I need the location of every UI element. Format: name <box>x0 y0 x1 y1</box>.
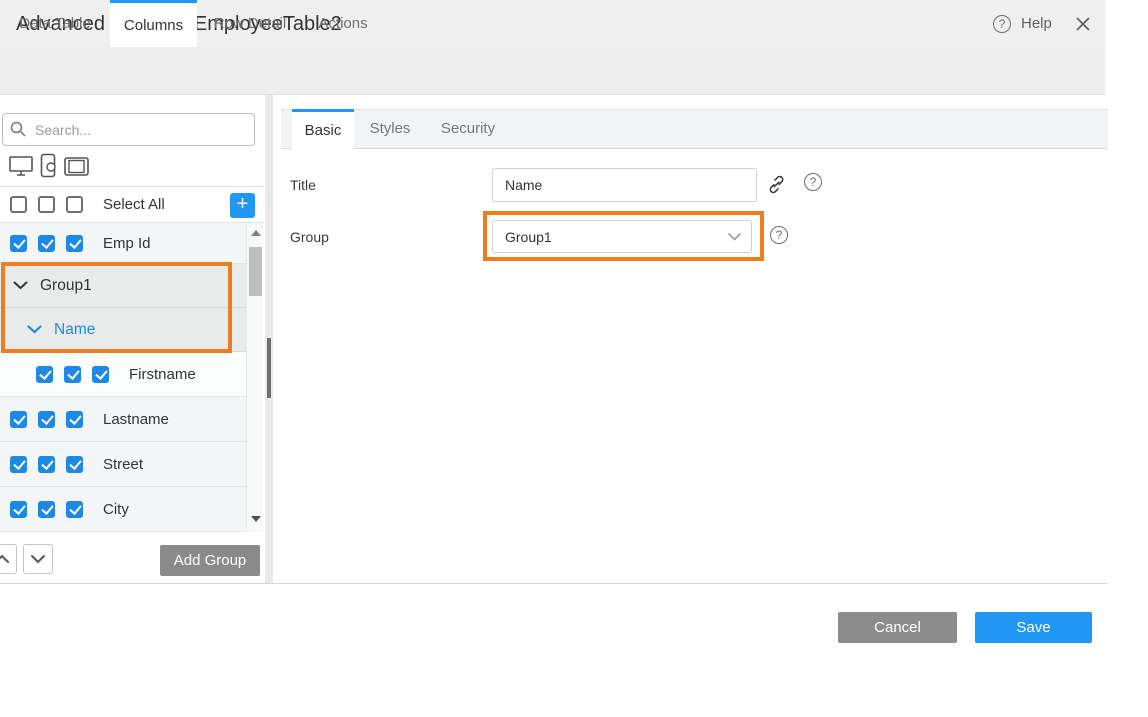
group-field-label: Group <box>290 229 329 245</box>
visibility-checkbox-mobile[interactable] <box>38 456 55 473</box>
divider <box>0 583 1108 584</box>
group-dropdown[interactable]: Group1 <box>492 220 752 253</box>
visibility-checkbox-tablet[interactable] <box>92 366 109 383</box>
add-column-button[interactable] <box>230 193 255 218</box>
save-button[interactable]: Save <box>975 612 1092 643</box>
visibility-checkbox-tablet[interactable] <box>66 456 83 473</box>
visibility-checkbox-desktop[interactable] <box>10 235 27 252</box>
column-row-firstname[interactable]: Firstname <box>0 352 246 397</box>
chevron-down-icon <box>30 554 46 564</box>
group-label: Name <box>54 321 95 339</box>
visibility-checkbox-tablet[interactable] <box>66 235 83 252</box>
chevron-down-icon <box>13 277 28 295</box>
column-row-emp-id[interactable]: Emp Id <box>0 223 246 264</box>
help-icon[interactable] <box>993 15 1011 33</box>
scroll-up-icon[interactable] <box>251 230 261 236</box>
mobile-icon[interactable] <box>40 153 57 184</box>
select-all-row: Select All <box>0 187 264 222</box>
move-up-button[interactable] <box>0 544 17 574</box>
column-label: City <box>103 501 129 518</box>
move-down-button[interactable] <box>23 544 53 574</box>
group-help-icon[interactable] <box>770 226 788 244</box>
desktop-icon[interactable] <box>9 156 33 182</box>
search-icon <box>10 121 26 142</box>
link-icon[interactable] <box>766 174 787 200</box>
add-group-button[interactable]: Add Group <box>160 545 260 576</box>
group-row-name[interactable]: Name <box>0 308 246 352</box>
select-all-checkbox-desktop[interactable] <box>10 196 27 213</box>
tablet-icon[interactable] <box>64 157 89 181</box>
cancel-button[interactable]: Cancel <box>838 612 957 643</box>
tab-styles[interactable]: Styles <box>360 109 420 148</box>
column-label: Street <box>103 456 143 473</box>
group-label: Group1 <box>40 277 92 295</box>
column-label: Emp Id <box>103 235 151 252</box>
select-all-label: Select All <box>103 196 165 213</box>
scrollbar-thumb[interactable] <box>267 338 271 398</box>
tab-row-detail[interactable]: Row Detail <box>197 0 303 46</box>
tab-actions[interactable]: Actions <box>303 0 383 46</box>
help-label[interactable]: Help <box>1021 0 1052 48</box>
title-help-icon[interactable] <box>804 173 822 191</box>
select-all-checkbox-mobile[interactable] <box>38 196 55 213</box>
column-label: Firstname <box>129 366 196 383</box>
column-row-lastname[interactable]: Lastname <box>0 397 246 442</box>
column-row-city[interactable]: City <box>0 487 246 532</box>
group-dropdown-value: Group1 <box>505 229 552 245</box>
visibility-checkbox-desktop[interactable] <box>10 501 27 518</box>
visibility-checkbox-desktop[interactable] <box>10 456 27 473</box>
search-input[interactable] <box>2 113 255 146</box>
visibility-checkbox-tablet[interactable] <box>66 501 83 518</box>
chevron-down-icon <box>27 321 42 339</box>
column-row-street[interactable]: Street <box>0 442 246 487</box>
title-field-label: Title <box>290 177 316 193</box>
chevron-down-icon <box>728 233 741 241</box>
visibility-checkbox-mobile[interactable] <box>38 235 55 252</box>
column-label: Lastname <box>103 411 169 428</box>
scrollbar-thumb[interactable] <box>249 247 262 296</box>
list-scrollbar[interactable] <box>246 223 263 532</box>
title-input[interactable] <box>492 168 757 202</box>
tab-basic[interactable]: Basic <box>292 109 354 149</box>
tab-security[interactable]: Security <box>428 109 508 148</box>
group-row-group1[interactable]: Group1 <box>0 264 246 308</box>
advanced-settings-dialog: Advanced Settings: EmployeeTable2 Help D… <box>0 0 1148 717</box>
visibility-checkbox-desktop[interactable] <box>36 366 53 383</box>
main-tab-strip <box>0 48 1105 95</box>
visibility-checkbox-mobile[interactable] <box>38 411 55 428</box>
panel-scrollbar[interactable] <box>265 95 273 583</box>
visibility-checkbox-mobile[interactable] <box>38 501 55 518</box>
tab-columns[interactable]: Columns <box>110 0 197 47</box>
close-icon[interactable] <box>1074 15 1092 33</box>
visibility-checkbox-mobile[interactable] <box>64 366 81 383</box>
tab-data-table[interactable]: Data Table <box>0 0 110 46</box>
scroll-down-icon[interactable] <box>251 516 261 522</box>
select-all-checkbox-tablet[interactable] <box>66 196 83 213</box>
visibility-checkbox-tablet[interactable] <box>66 411 83 428</box>
chevron-up-icon <box>0 554 10 564</box>
visibility-checkbox-desktop[interactable] <box>10 411 27 428</box>
